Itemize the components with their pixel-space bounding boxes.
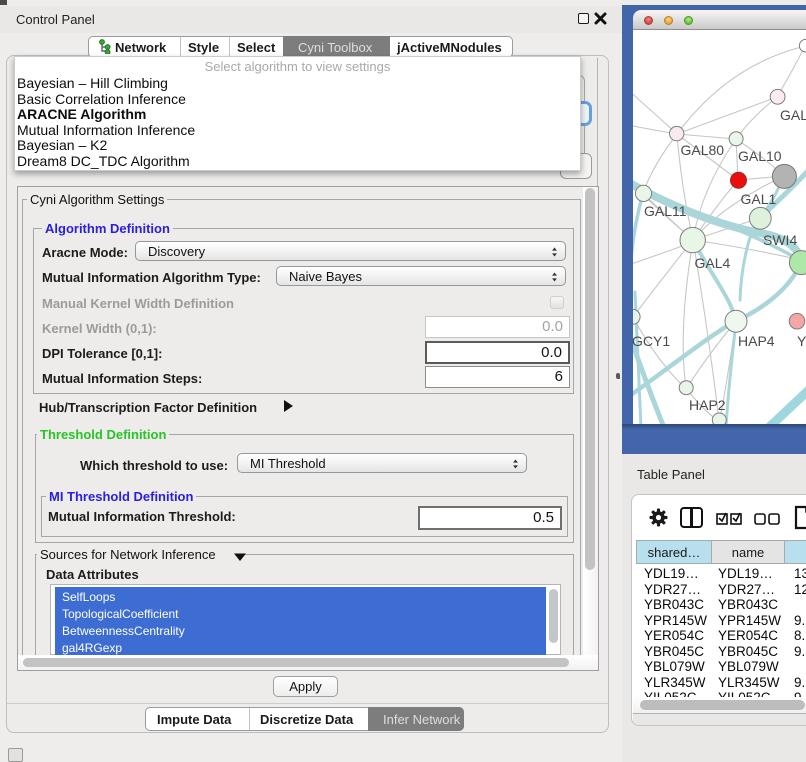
svg-text:HAP4: HAP4 [738,333,775,349]
svg-text:HAP2: HAP2 [689,397,726,413]
svg-text:GAL2: GAL2 [780,107,806,123]
svg-text:GCY1: GCY1 [633,333,670,349]
svg-text:GAL4: GAL4 [695,255,731,271]
svg-text:GAL10: GAL10 [738,148,782,164]
svg-text:GAL11: GAL11 [644,203,687,219]
svg-text:GAL1: GAL1 [741,191,777,207]
svg-text:SWI4: SWI4 [763,232,797,248]
svg-text:GAL80: GAL80 [681,142,725,158]
svg-text:Y: Y [797,333,806,349]
